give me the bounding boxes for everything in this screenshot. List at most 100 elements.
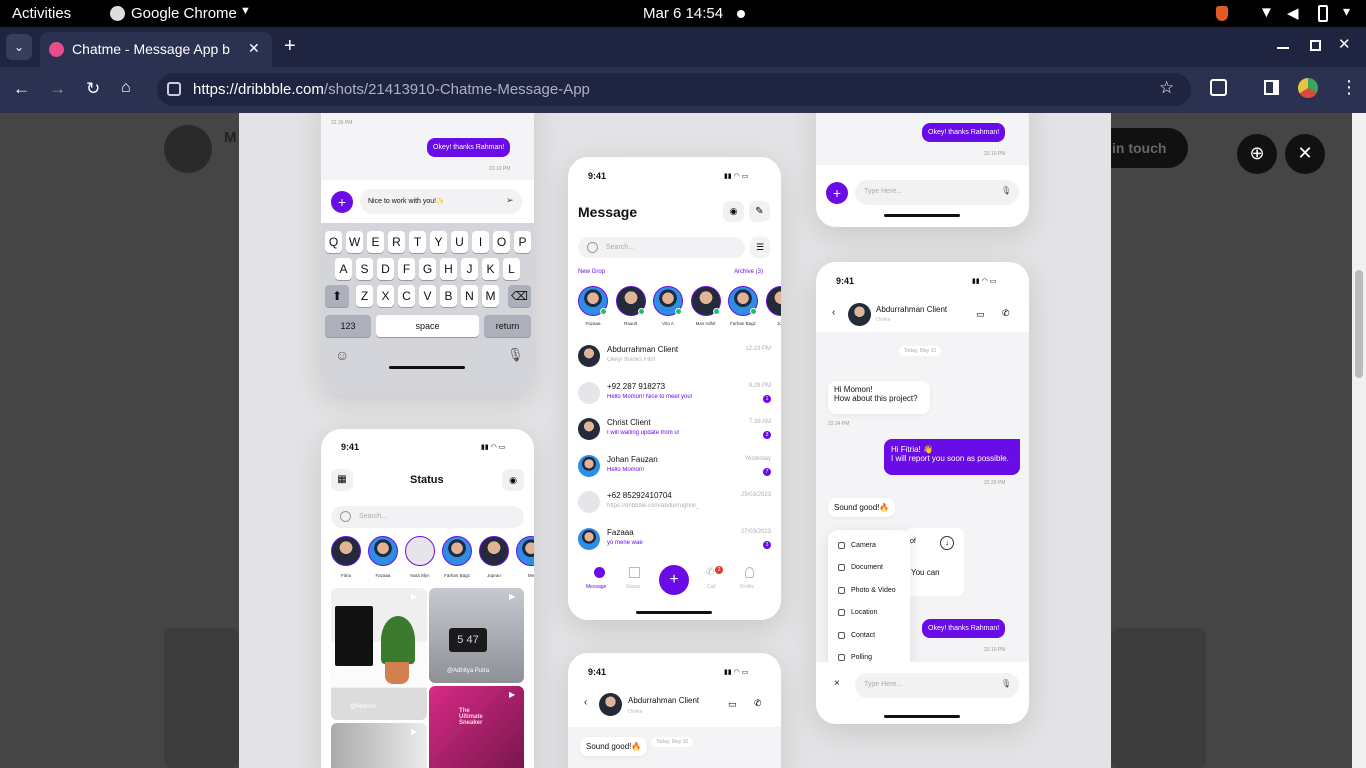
key-h[interactable]: H <box>440 258 457 280</box>
play-icon[interactable]: ▶ <box>411 727 417 736</box>
key-j[interactable]: J <box>461 258 478 280</box>
scrollbar-track[interactable] <box>1352 113 1366 768</box>
send-icon[interactable]: ➢ <box>506 195 514 206</box>
clock[interactable]: Mar 6 14:54 <box>643 5 723 22</box>
key-d[interactable]: D <box>377 258 394 280</box>
key-g[interactable]: G <box>419 258 436 280</box>
back-icon[interactable]: ← <box>13 79 30 99</box>
call-nav-icon[interactable]: ✆ <box>706 567 714 578</box>
key-q[interactable]: Q <box>325 231 342 253</box>
key-p[interactable]: P <box>514 231 531 253</box>
new-chat-button[interactable]: + <box>659 565 689 595</box>
close-attachment-icon[interactable]: × <box>834 678 840 689</box>
side-panel-icon[interactable] <box>1264 80 1279 95</box>
tab-search-button[interactable]: ⌄ <box>6 34 32 60</box>
filter-icon[interactable]: ☰ <box>750 237 770 258</box>
video-call-icon[interactable]: ▭ <box>728 699 737 710</box>
new-group-link[interactable]: New Grop <box>578 269 605 275</box>
tab-active[interactable]: Chatme - Message App b ✕ <box>40 32 272 67</box>
key-s[interactable]: S <box>356 258 373 280</box>
wifi-icon[interactable]: ▼ <box>1259 4 1274 21</box>
url-text[interactable]: https://dribbble.com/shots/21413910-Chat… <box>193 81 590 98</box>
home-icon[interactable]: ⌂ <box>121 79 131 97</box>
phone-call-icon[interactable]: ✆ <box>1002 308 1010 319</box>
maximize-icon[interactable] <box>1310 40 1321 51</box>
contact-avatar[interactable] <box>599 693 622 716</box>
play-icon[interactable]: ▶ <box>411 592 417 601</box>
story-avatar[interactable] <box>442 536 472 566</box>
backspace-key[interactable]: ⌫ <box>508 285 531 307</box>
key-c[interactable]: C <box>398 285 415 307</box>
key-k[interactable]: K <box>482 258 499 280</box>
return-key[interactable]: return <box>484 315 531 337</box>
key-b[interactable]: B <box>440 285 457 307</box>
message-input[interactable]: Nice to work with you!✨ ➢ <box>360 189 522 214</box>
microphone-icon[interactable]: 🎙 <box>1001 679 1011 688</box>
download-icon[interactable]: ↓ <box>940 536 954 550</box>
nav-label-call[interactable]: Call <box>707 584 716 590</box>
shot-image[interactable]: 22.36 PM Okey! thanks Rahman! 23.10 PM +… <box>239 113 1111 768</box>
compose-icon[interactable]: ✎ <box>749 201 770 222</box>
menu-kebab-icon[interactable]: ⋮ <box>1340 77 1358 98</box>
forward-icon[interactable]: → <box>49 79 66 99</box>
status-video-card[interactable]: ▶ <box>331 723 427 768</box>
profile-avatar[interactable] <box>1298 78 1318 98</box>
chat-row[interactable]: Fazaaa yo mene wae 27/03/2023 3 <box>568 522 781 558</box>
grid-icon[interactable]: ▦ <box>331 469 353 491</box>
profile-nav-icon[interactable] <box>745 567 754 578</box>
key-r[interactable]: R <box>388 231 405 253</box>
search-input[interactable]: Search... <box>331 506 524 528</box>
key-l[interactable]: L <box>503 258 520 280</box>
attach-button[interactable]: + <box>331 191 353 213</box>
shield-icon[interactable] <box>1216 6 1228 21</box>
chat-row[interactable]: +92 287 918273 Hello Momon! Nice to meet … <box>568 376 781 412</box>
key-e[interactable]: E <box>367 231 384 253</box>
attachment-option-contact[interactable]: Contact <box>838 631 875 639</box>
contact-avatar[interactable] <box>848 303 871 326</box>
story-avatar[interactable] <box>479 536 509 566</box>
scrollbar-thumb[interactable] <box>1355 270 1363 378</box>
key-u[interactable]: U <box>451 231 468 253</box>
microphone-icon[interactable]: 🎙 <box>1001 186 1011 195</box>
status-video-card[interactable]: The Ultimate Sneaker ▶ <box>429 686 524 768</box>
nav-label-status[interactable]: Status <box>626 584 640 590</box>
key-y[interactable]: Y <box>430 231 447 253</box>
attachment-option-camera[interactable]: Camera <box>838 542 876 549</box>
microphone-icon[interactable]: 🎙 <box>507 347 524 363</box>
message-nav-icon[interactable] <box>594 567 605 578</box>
status-video-card[interactable]: ▶ @Momon <box>331 588 427 720</box>
chat-row[interactable]: Johan Fauzan Hello Momon! Yesterday 7 <box>568 449 781 485</box>
app-menu[interactable]: Google Chrome <box>131 5 237 22</box>
extensions-icon[interactable] <box>1210 79 1227 96</box>
video-call-icon[interactable]: ▭ <box>976 309 985 320</box>
new-tab-button[interactable]: + <box>284 35 296 58</box>
attachment-option-location[interactable]: Location <box>838 609 877 617</box>
power-menu-icon[interactable]: ▾ <box>1343 3 1350 20</box>
attachment-option-polling[interactable]: Polling <box>838 654 872 661</box>
attachment-option-photo-video[interactable]: Photo & Video <box>838 586 896 594</box>
story-avatar[interactable] <box>368 536 398 566</box>
key-n[interactable]: N <box>461 285 478 307</box>
tab-close-icon[interactable]: ✕ <box>248 40 260 57</box>
activities-button[interactable]: Activities <box>12 5 71 22</box>
battery-icon[interactable] <box>1318 5 1328 22</box>
chat-row[interactable]: Christ Client I will waiting update from … <box>568 412 781 448</box>
attachment-option-document[interactable]: Document <box>838 564 883 572</box>
chat-row[interactable]: +62 85292410704 https://dribbble.com/abdu… <box>568 485 781 521</box>
story-avatar[interactable] <box>765 286 781 316</box>
message-input[interactable]: Type Here... 🎙 <box>855 180 1019 205</box>
key-m[interactable]: M <box>482 285 499 307</box>
nav-label-profile[interactable]: Profile <box>740 584 754 590</box>
volume-icon[interactable]: ◀ <box>1287 4 1299 22</box>
key-a[interactable]: A <box>335 258 352 280</box>
camera-icon[interactable]: ◉ <box>723 201 744 222</box>
message-input[interactable]: Type Here... 🎙 <box>855 673 1019 698</box>
key-i[interactable]: I <box>472 231 489 253</box>
zoom-in-button[interactable]: ⊕ <box>1237 134 1277 174</box>
key-f[interactable]: F <box>398 258 415 280</box>
space-key[interactable]: space <box>376 315 479 337</box>
status-nav-icon[interactable] <box>629 567 640 578</box>
key-v[interactable]: V <box>419 285 436 307</box>
camera-icon[interactable]: ◉ <box>502 469 524 491</box>
key-w[interactable]: W <box>346 231 363 253</box>
